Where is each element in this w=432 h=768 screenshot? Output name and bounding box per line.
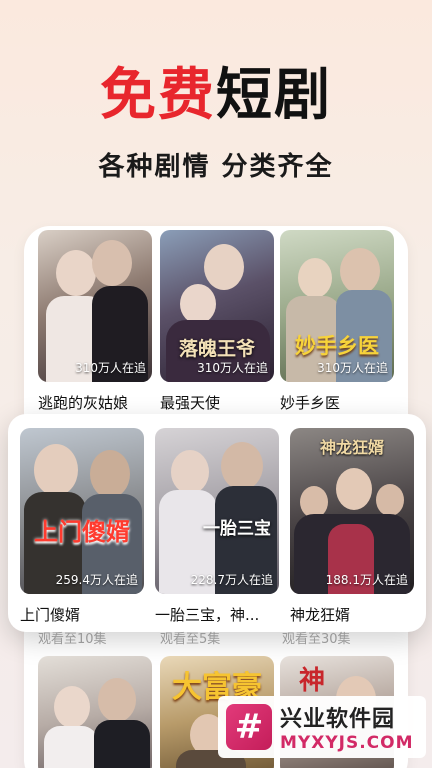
view-count: 310万人在追 [317, 361, 388, 375]
drama-card[interactable]: 一胎三宝 228.7万人在追 一胎三宝，神... [155, 428, 279, 625]
hero-title: 免费短剧 [0, 58, 432, 134]
view-count: 310万人在追 [75, 361, 146, 375]
watch-progress: 观看至5集 [160, 632, 221, 647]
poster-title: 妙手乡医 [295, 333, 379, 358]
poster-title: 上门傻婿 [34, 517, 130, 546]
drama-title: 妙手乡医 [280, 394, 341, 412]
poster-title: 神龙狂婿 [319, 438, 384, 457]
hero-title-black: 短剧 [216, 63, 332, 128]
drama-poster[interactable] [38, 656, 152, 768]
drama-poster[interactable]: 神龙狂婿 188.1万人在追 [290, 428, 414, 594]
drama-poster[interactable]: 妙手乡医 310万人在追 [280, 230, 394, 382]
site-watermark: # 兴业软件园 MYXYJS.COM [218, 696, 426, 758]
watermark-name: 兴业软件园 [280, 707, 396, 732]
drama-title: 神龙狂婿 [290, 606, 351, 624]
drama-card[interactable]: 神龙狂婿 188.1万人在追 神龙狂婿 [290, 428, 414, 625]
view-count: 228.7万人在追 [190, 573, 273, 587]
drama-poster[interactable]: 一胎三宝 228.7万人在追 [155, 428, 279, 594]
view-count: 310万人在追 [197, 361, 268, 375]
hash-logo-icon: # [226, 704, 272, 750]
drama-title: 上门傻婿 [20, 606, 81, 624]
drama-title: 最强天使 [160, 394, 221, 412]
drama-card[interactable]: 上门傻婿 259.4万人在追 上门傻婿 [20, 428, 144, 625]
drama-card[interactable]: 落魄王爷 310万人在追 最强天使 [160, 230, 274, 413]
poster-title: 落魄王爷 [178, 338, 255, 360]
watermark-url: MYXYJS.COM [280, 733, 414, 753]
drama-title: 一胎三宝，神... [155, 606, 260, 624]
drama-card[interactable] [38, 656, 152, 768]
hero-subtitle: 各种剧情 分类齐全 [98, 152, 334, 182]
hero-title-red: 免费 [100, 63, 216, 128]
drama-poster[interactable]: 上门傻婿 259.4万人在追 [20, 428, 144, 594]
drama-poster[interactable]: 310万人在追 [38, 230, 152, 382]
drama-poster[interactable]: 落魄王爷 310万人在追 [160, 230, 274, 382]
watch-progress: 观看至30集 [282, 632, 351, 647]
poster-title: 一胎三宝 [203, 519, 271, 539]
watch-progress: 观看至10集 [38, 632, 107, 647]
view-count: 188.1万人在追 [325, 573, 408, 587]
drama-card[interactable]: 妙手乡医 310万人在追 妙手乡医 [280, 230, 394, 413]
view-count: 259.4万人在追 [55, 573, 138, 587]
drama-card[interactable]: 310万人在追 逃跑的灰姑娘 [38, 230, 152, 413]
drama-title: 逃跑的灰姑娘 [38, 394, 129, 412]
